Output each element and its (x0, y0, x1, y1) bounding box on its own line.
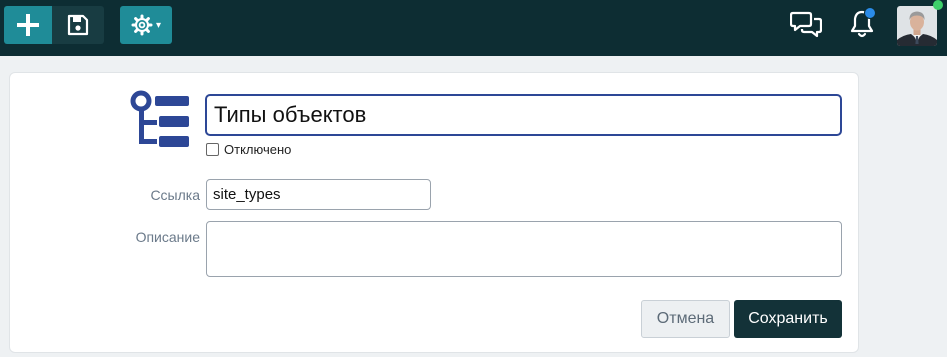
notification-badge (864, 7, 876, 19)
disabled-checkbox-row[interactable]: Отключено (206, 142, 291, 157)
gear-icon (131, 14, 153, 36)
link-label: Ссылка (150, 187, 200, 203)
user-avatar[interactable] (897, 6, 937, 46)
description-input[interactable] (206, 221, 842, 277)
description-label: Описание (135, 229, 200, 245)
link-input[interactable] (206, 179, 431, 210)
chat-bubbles-icon[interactable] (790, 9, 822, 39)
save-toolbar-button[interactable] (52, 6, 104, 44)
add-button[interactable] (4, 6, 52, 44)
floppy-disk-icon (67, 14, 89, 36)
chevron-down-icon: ▾ (155, 19, 162, 31)
settings-menu-button[interactable]: ▾ (120, 6, 172, 44)
online-status-dot (933, 0, 943, 10)
title-input[interactable] (205, 94, 842, 136)
disabled-label: Отключено (224, 142, 292, 157)
disabled-checkbox[interactable] (206, 143, 219, 156)
plus-icon (17, 14, 39, 36)
cancel-button[interactable]: Отмена (641, 300, 730, 338)
save-button[interactable]: Сохранить (734, 300, 842, 338)
top-toolbar: ▾ (0, 0, 947, 56)
hierarchy-list-icon (130, 90, 189, 147)
